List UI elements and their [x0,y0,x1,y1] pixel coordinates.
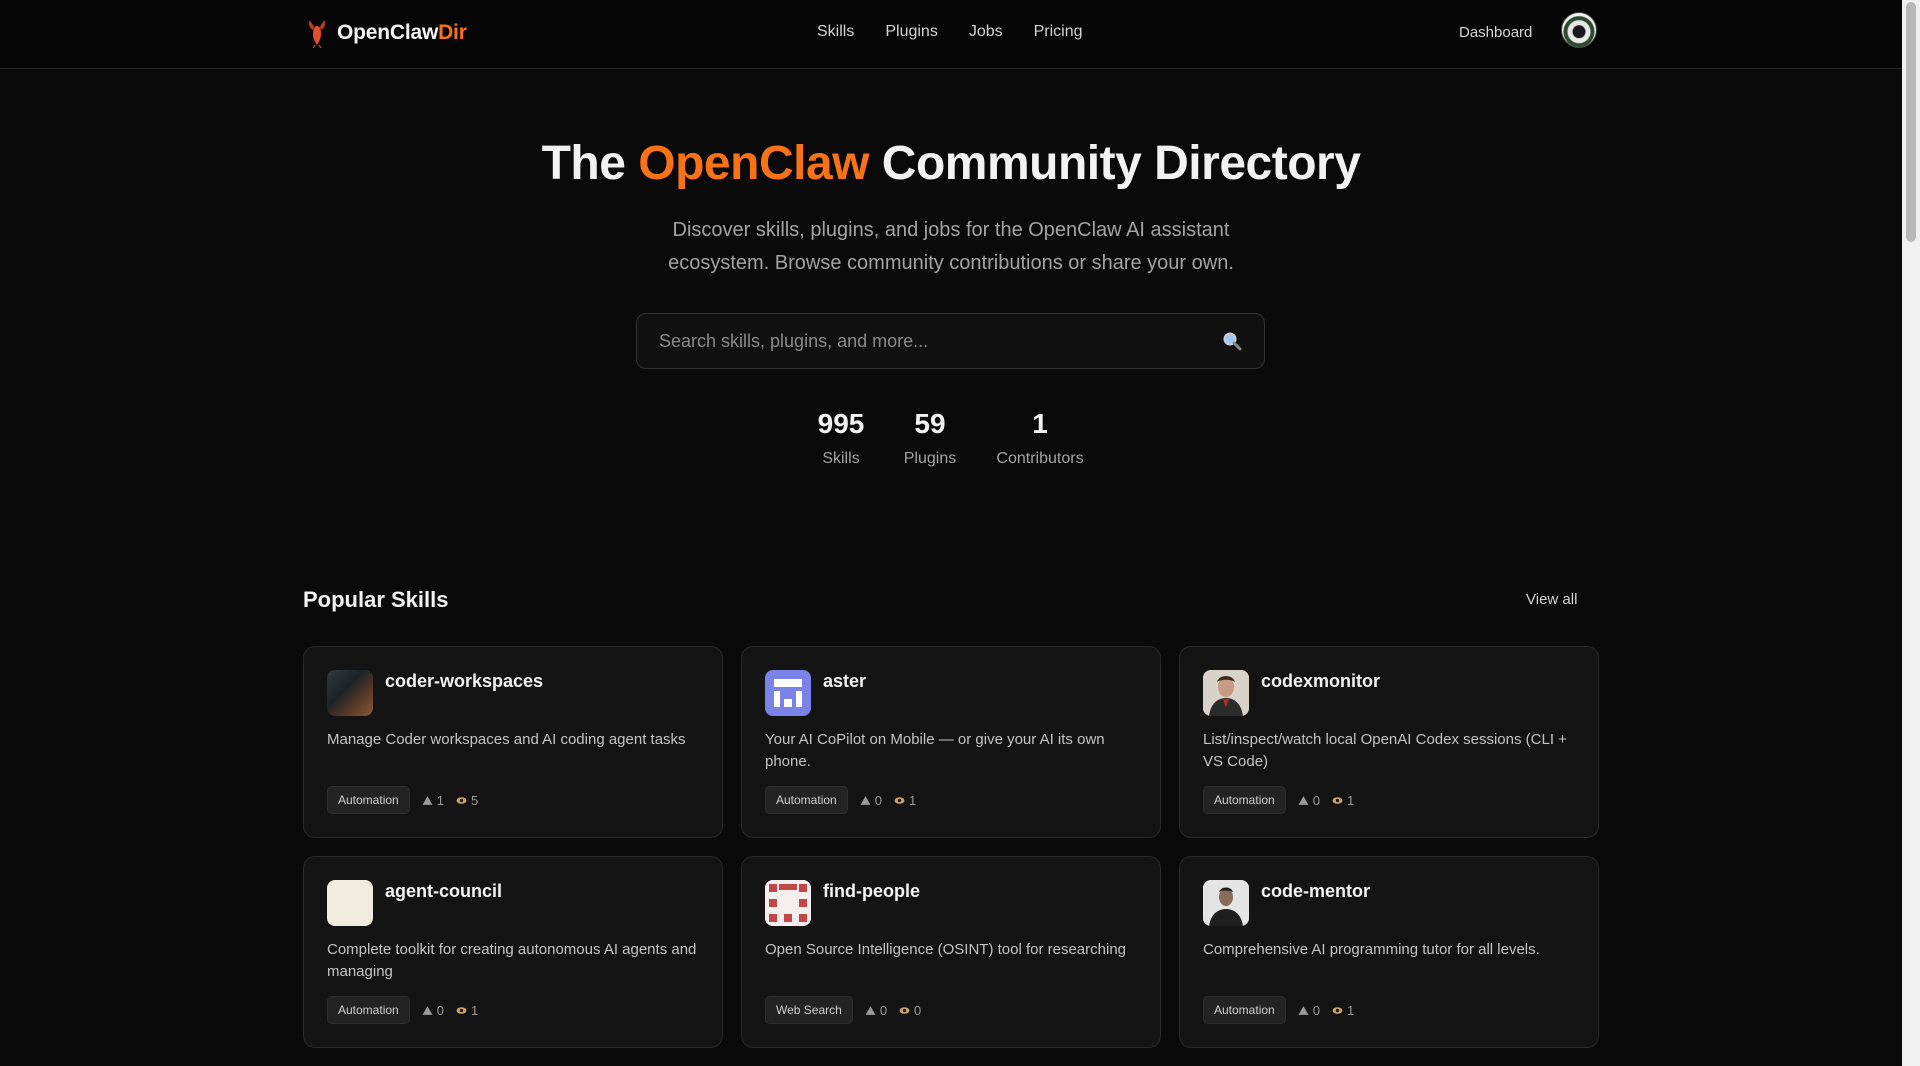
upvote-triangle-icon [422,795,433,805]
category-tag[interactable]: Automation [327,996,410,1024]
blank-cream-icon [327,880,373,926]
skill-card[interactable]: coder-workspaces Manage Coder workspaces… [303,646,723,838]
skill-card[interactable]: code-mentor Comprehensive AI programming… [1179,856,1599,1048]
upvote-count: 0 [422,1003,444,1018]
portrait-photo-icon [1203,670,1249,716]
identicon-pattern [770,675,806,711]
upvote-count: 0 [1298,793,1320,808]
card-meta: Automation 0 1 [327,996,478,1024]
card-description: Your AI CoPilot on Mobile — or give your… [765,731,1105,770]
card-title: codexmonitor [1261,671,1381,691]
view-count: 5 [456,793,478,808]
eye-icon [894,796,905,804]
card-meta: Web Search 0 0 [765,996,921,1024]
brand-logo-link[interactable]: OpenClawDir [305,18,467,48]
search-icon[interactable] [1222,331,1242,351]
section-title: Popular Skills [303,587,449,612]
stat-value: 59 [914,408,946,439]
card-description: Complete toolkit for creating autonomous… [327,941,697,980]
card-meta: Automation 0 1 [765,786,916,814]
skill-card[interactable]: find-people Open Source Intelligence (OS… [741,856,1161,1048]
eye-icon [456,1006,467,1014]
user-avatar[interactable] [1561,12,1597,48]
hero-subtitle: Discover skills, plugins, and jobs for t… [668,219,1234,274]
nav-link-jobs[interactable]: Jobs [969,23,1003,41]
hero-title: The OpenClaw Community Directory [541,137,1361,190]
card-title: find-people [823,881,920,901]
card-title: agent-council [385,881,503,901]
category-tag[interactable]: Automation [327,786,410,814]
search-input[interactable] [659,330,1222,352]
category-tag[interactable]: Automation [765,786,848,814]
view-count: 1 [1332,793,1354,808]
search-bar [636,313,1265,369]
stat-label: Skills [822,450,860,467]
nav-link-plugins[interactable]: Plugins [885,23,937,41]
skill-card[interactable]: agent-council Complete toolkit for creat… [303,856,723,1048]
stat-label: Contributors [996,450,1084,467]
purple-identicon [765,670,811,716]
upvote-triangle-icon [1298,795,1309,805]
upvote-triangle-icon [1298,1005,1309,1015]
person-photo-icon [1203,880,1249,926]
card-title: aster [823,671,867,691]
top-navbar: OpenClawDir Skills Plugins Jobs Pricing … [0,0,1902,69]
skill-card[interactable]: codexmonitor List/inspect/watch local Op… [1179,646,1599,838]
category-tag[interactable]: Automation [1203,786,1286,814]
stat-value: 1 [1032,408,1048,439]
stat-plugins: 59 Plugins [895,408,965,468]
portrait-figure [1203,670,1249,716]
category-tag[interactable]: Web Search [765,996,853,1024]
view-count: 1 [1332,1003,1354,1018]
upvote-count: 0 [860,793,882,808]
page-scrollbar[interactable] [1902,0,1920,1066]
stat-skills: 995 Skills [806,408,876,468]
stat-value: 995 [817,408,865,439]
upvote-triangle-icon [865,1005,876,1015]
main-nav: Skills Plugins Jobs Pricing [817,23,1083,41]
category-tag[interactable]: Automation [1203,996,1286,1024]
card-description: List/inspect/watch local OpenAI Codex se… [1203,731,1567,770]
lobster-claw-icon [309,20,325,48]
nav-link-pricing[interactable]: Pricing [1034,23,1083,41]
dashboard-link[interactable]: Dashboard [1459,24,1532,41]
card-title: coder-workspaces [385,671,544,691]
card-description: Comprehensive AI programming tutor for a… [1203,941,1540,958]
eye-icon [899,1006,910,1014]
view-count: 1 [456,1003,478,1018]
upvote-triangle-icon [860,795,871,805]
view-count: 1 [894,793,916,808]
upvote-triangle-icon [422,1005,433,1015]
skill-card[interactable]: aster Your AI CoPilot on Mobile — or giv… [741,646,1161,838]
upvote-count: 0 [1298,1003,1320,1018]
identicon-pattern [765,880,811,926]
stat-label: Plugins [903,450,957,467]
stat-contributors: 1 Contributors [980,408,1100,468]
view-count: 0 [899,1003,921,1018]
upvote-count: 1 [422,793,444,808]
card-title: code-mentor [1261,881,1371,901]
eye-icon [456,796,467,804]
eye-icon [1332,1006,1343,1014]
upvote-count: 0 [865,1003,887,1018]
card-meta: Automation 1 5 [327,786,478,814]
card-description: Manage Coder workspaces and AI coding ag… [327,731,686,748]
red-identicon [765,880,811,926]
scrollbar-thumb[interactable] [1906,2,1916,242]
nav-link-skills[interactable]: Skills [817,23,854,41]
eye-icon [1332,796,1343,804]
photo-dark-icon [327,670,373,716]
view-all-link[interactable]: View all [1526,591,1577,608]
brand-name: OpenClawDir [337,21,467,44]
person-figure [1203,880,1249,926]
card-meta: Automation 0 1 [1203,786,1354,814]
card-description: Open Source Intelligence (OSINT) tool fo… [765,941,1127,958]
card-meta: Automation 0 1 [1203,996,1354,1024]
